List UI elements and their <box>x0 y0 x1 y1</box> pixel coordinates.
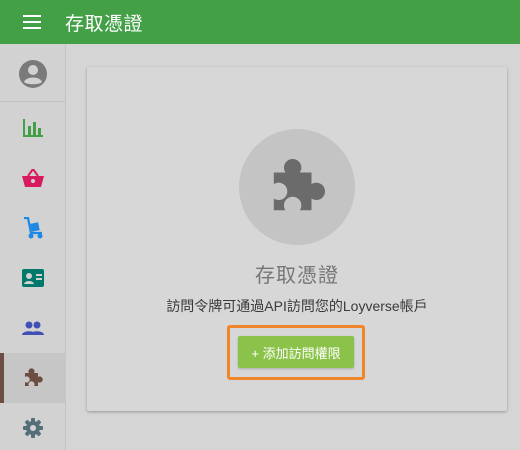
access-tokens-card: 存取憑證 訪問令牌可通過API訪問您的Loyverse帳戶 + 添加訪問權限 <box>87 67 507 411</box>
hamburger-menu-icon[interactable] <box>17 7 47 37</box>
sidebar-item-settings[interactable] <box>0 403 66 450</box>
sidebar-item-items[interactable] <box>0 153 66 203</box>
highlight-frame: + 添加訪問權限 <box>227 325 365 380</box>
sidebar <box>0 44 66 450</box>
account-circle-icon <box>19 60 47 88</box>
sidebar-item-integrations[interactable] <box>0 353 66 403</box>
puzzle-icon <box>273 158 326 211</box>
contact-card-icon <box>22 269 44 287</box>
sidebar-item-employees[interactable] <box>0 303 66 353</box>
people-icon <box>22 321 44 335</box>
sidebar-item-inventory[interactable] <box>0 203 66 253</box>
bar-chart-icon <box>23 119 43 137</box>
empty-state-description: 訪問令牌可通過API訪問您的Loyverse帳戶 <box>166 298 428 314</box>
sidebar-item-customers[interactable] <box>0 253 66 303</box>
page-title: 存取憑證 <box>65 13 144 35</box>
empty-state-illustration <box>239 129 355 245</box>
top-app-bar: 存取憑證 <box>0 0 520 44</box>
shopping-basket-icon <box>22 169 44 187</box>
add-access-button[interactable]: + 添加訪問權限 <box>238 336 354 368</box>
hand-truck-icon <box>24 217 43 239</box>
sidebar-divider <box>0 101 66 102</box>
sidebar-item-account[interactable] <box>0 49 66 99</box>
puzzle-icon <box>25 368 43 386</box>
sidebar-item-reports[interactable] <box>0 103 66 153</box>
gear-icon <box>23 418 43 438</box>
empty-state-title: 存取憑證 <box>255 265 339 287</box>
